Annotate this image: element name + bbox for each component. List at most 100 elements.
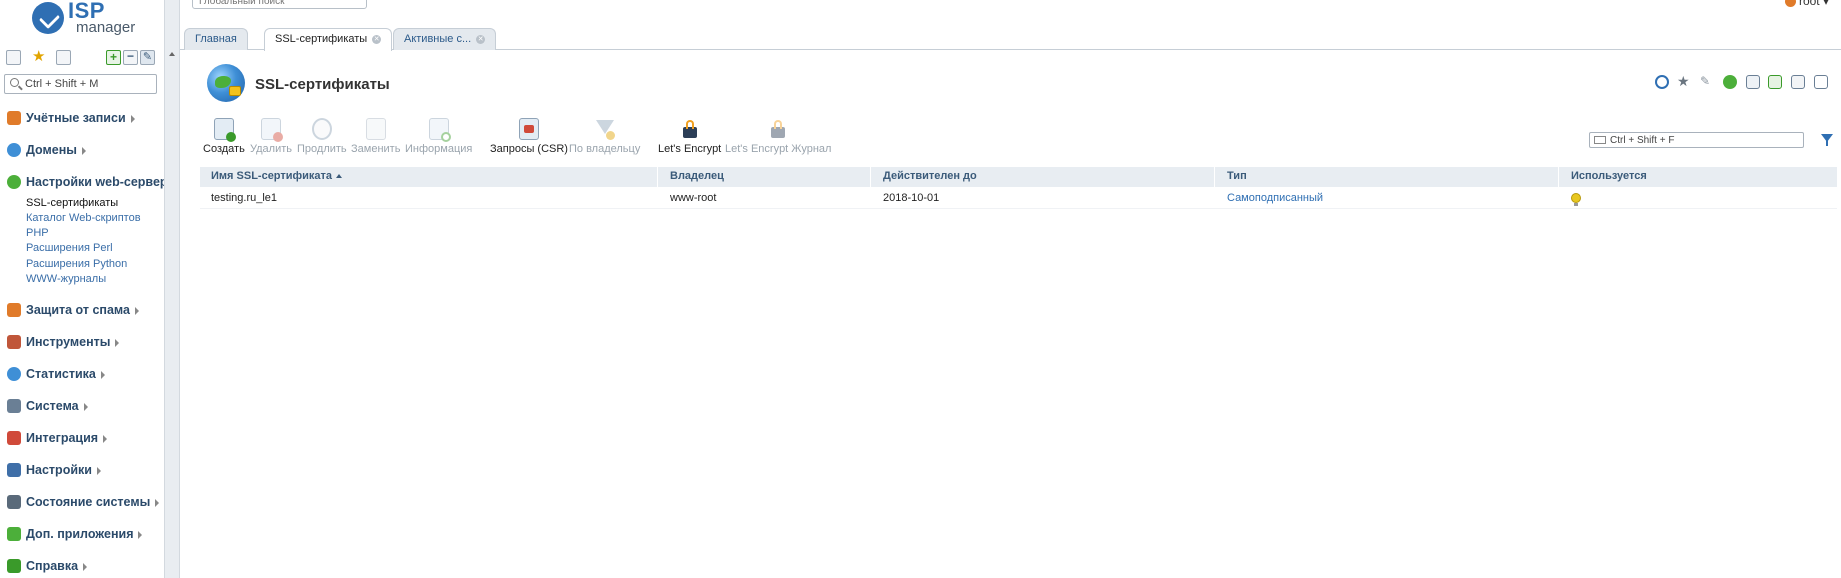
delete-icon [261, 118, 283, 142]
sort-asc-icon [336, 174, 343, 179]
action-label: Let's Encrypt [658, 143, 722, 155]
action-label: По владельцу [569, 143, 641, 155]
column-header-in-use[interactable]: Используется [1560, 167, 1837, 187]
submenu-www-logs[interactable]: WWW-журналы [26, 273, 106, 285]
chevron-right-icon [134, 306, 139, 315]
monitor-icon [7, 495, 21, 509]
menu-label: Доп. приложения [26, 527, 134, 541]
ssl-table: Имя SSL-сертификата Владелец Действителе… [200, 167, 1837, 209]
tab-home[interactable]: Главная [184, 28, 248, 50]
user-name: root [1798, 0, 1820, 8]
favorite-star-icon[interactable]: ★ [1677, 74, 1691, 89]
delete-button[interactable]: Удалить [250, 118, 292, 155]
user-menu[interactable]: root ▾ [1784, 0, 1829, 8]
cell-owner: www-root [670, 192, 717, 204]
chevron-right-icon [83, 402, 88, 411]
column-title: Используется [1571, 170, 1647, 182]
close-tab-icon[interactable]: ✕ [476, 34, 486, 44]
tab-ssl-certificates[interactable]: SSL-сертификаты ✕ [264, 28, 393, 51]
submenu-ssl-certificates[interactable]: SSL-сертификаты [26, 197, 118, 209]
column-header-owner[interactable]: Владелец [659, 167, 871, 187]
filter-by-owner-button[interactable]: По владельцу [569, 118, 640, 155]
close-tab-icon[interactable]: ✕ [372, 34, 382, 44]
help-icon [7, 559, 21, 573]
create-button[interactable]: Создать [203, 118, 245, 155]
global-search [192, 0, 367, 9]
statistics-icon [7, 367, 21, 381]
page-title: SSL-сертификаты [255, 76, 390, 93]
export-icon[interactable] [1768, 75, 1782, 89]
menu-label: Состояние системы [26, 495, 151, 509]
refresh-icon[interactable] [1655, 75, 1669, 89]
submenu-web-scripts[interactable]: Каталог Web-скриптов [26, 212, 141, 224]
menu-label: Учётные записи [26, 111, 126, 125]
filter-owner-icon [595, 118, 615, 140]
ssl-globe-icon [207, 64, 245, 102]
action-label: Запросы (CSR) [490, 143, 568, 155]
letsencrypt-button[interactable]: Let's Encrypt [658, 118, 721, 155]
chevron-right-icon [83, 562, 88, 571]
ispmanager-logo[interactable]: ISP manager [32, 0, 135, 38]
collapse-all-icon[interactable]: − [123, 50, 138, 65]
page-tools: ★ ✎ [1655, 74, 1835, 91]
search-icon [10, 78, 19, 87]
chevron-right-icon [130, 114, 135, 123]
column-header-name[interactable]: Имя SSL-сертификата [200, 167, 658, 187]
briefcase-icon[interactable] [56, 50, 71, 65]
chevron-right-icon [103, 434, 108, 443]
cell-type[interactable]: Самоподписанный [1216, 187, 1323, 209]
submenu-php[interactable]: PHP [26, 227, 49, 239]
tab-active-sessions[interactable]: Активные с... ✕ [393, 28, 497, 50]
favorites-star-icon[interactable]: ★ [32, 49, 47, 65]
menu-label: Домены [26, 143, 77, 157]
users-icon [7, 111, 21, 125]
renew-icon [311, 118, 332, 140]
expand-all-icon[interactable]: + [106, 50, 121, 65]
collapse-sidebar-icon[interactable] [169, 52, 175, 56]
chevron-right-icon [100, 370, 105, 379]
web-icon[interactable] [1723, 75, 1737, 89]
action-label: Let's Encrypt Журнал [725, 143, 832, 155]
table-row[interactable]: testing.ru_le1 www-root 2018-10-01 Самоп… [200, 187, 1837, 209]
sidebar-splitter[interactable] [164, 0, 180, 578]
menu-search-input[interactable] [25, 77, 153, 91]
global-search-input[interactable] [199, 0, 359, 9]
system-icon [7, 399, 21, 413]
create-icon [213, 118, 236, 142]
column-title: Тип [1227, 170, 1247, 182]
column-title: Владелец [670, 170, 724, 182]
menu-label: Настройки web-сервера [26, 175, 175, 189]
info-button[interactable]: Информация [405, 118, 472, 155]
column-header-valid-until[interactable]: Действителен до [872, 167, 1215, 187]
letsencrypt-icon [680, 118, 700, 140]
menu-label: Статистика [26, 367, 96, 381]
table-filter [1589, 132, 1804, 148]
letsencrypt-log-button[interactable]: Let's Encrypt Журнал [725, 118, 831, 155]
table-settings-icon[interactable] [1814, 75, 1828, 89]
replace-button[interactable]: Заменить [351, 118, 400, 155]
table-header: Имя SSL-сертификата Владелец Действителе… [200, 167, 1837, 187]
info-icon [428, 118, 451, 142]
tab-label: Главная [195, 33, 237, 45]
csr-icon [518, 118, 539, 140]
renew-button[interactable]: Продлить [297, 118, 347, 155]
column-title: Имя SSL-сертификата [211, 170, 333, 182]
action-label: Заменить [351, 143, 401, 155]
funnel-icon[interactable] [1821, 134, 1833, 146]
menu-view-icon[interactable] [6, 50, 21, 65]
column-header-type[interactable]: Тип [1216, 167, 1559, 187]
tab-label: Активные с... [404, 33, 472, 45]
submenu-perl[interactable]: Расширения Perl [26, 242, 113, 254]
action-label: Создать [203, 143, 245, 155]
user-icon [1784, 0, 1796, 8]
chevron-right-icon [96, 466, 101, 475]
filter-field-icon [1594, 136, 1606, 144]
print-icon[interactable] [1791, 75, 1805, 89]
sidebar-toolbar: ★ + − ✎ [6, 49, 158, 66]
pin-icon[interactable]: ✎ [1700, 75, 1714, 89]
table-filter-input[interactable] [1610, 134, 1800, 146]
copy-icon[interactable] [1746, 75, 1760, 89]
submenu-python[interactable]: Расширения Python [26, 258, 127, 270]
csr-requests-button[interactable]: Запросы (CSR) [490, 118, 568, 155]
pin-icon[interactable]: ✎ [140, 50, 155, 65]
